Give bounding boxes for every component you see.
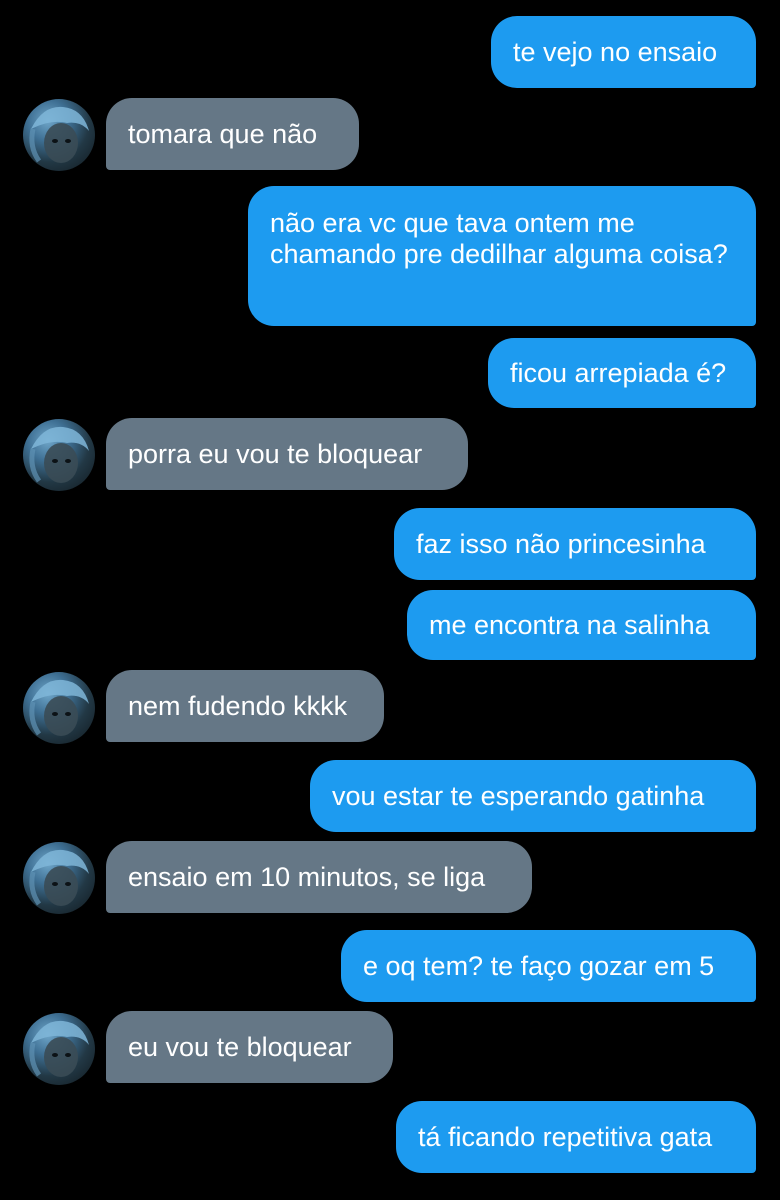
- contact-avatar[interactable]: [23, 419, 95, 491]
- message-bubble-sent[interactable]: faz isso não princesinha: [394, 508, 756, 580]
- message-text: me encontra na salinha: [429, 609, 710, 640]
- message-bubble-received[interactable]: ensaio em 10 minutos, se liga: [106, 841, 532, 913]
- message-bubble-sent[interactable]: tá ficando repetitiva gata: [396, 1101, 756, 1173]
- avatar-photo-icon: [29, 679, 89, 736]
- message-bubble-received[interactable]: tomara que não: [106, 98, 359, 170]
- chat-thread: te vejo no ensaio tomara que não não era…: [0, 0, 780, 1200]
- message-bubble-sent[interactable]: vou estar te esperando gatinha: [310, 760, 756, 832]
- message-text: ficou arrepiada é?: [510, 357, 727, 388]
- avatar-photo-icon: [29, 426, 89, 483]
- message-text: nem fudendo kkkk: [128, 690, 348, 721]
- message-text: eu vou te bloquear: [128, 1031, 352, 1062]
- contact-avatar[interactable]: [23, 842, 95, 914]
- avatar-photo-icon: [29, 106, 89, 163]
- message-bubble-received[interactable]: eu vou te bloquear: [106, 1011, 393, 1083]
- message-text: tomara que não: [128, 118, 318, 149]
- contact-avatar[interactable]: [23, 1013, 95, 1085]
- message-text: e oq tem? te faço gozar em 5: [363, 950, 715, 981]
- message-bubble-sent[interactable]: me encontra na salinha: [407, 590, 756, 660]
- avatar-photo-icon: [29, 849, 89, 906]
- contact-avatar[interactable]: [23, 99, 95, 171]
- message-text: te vejo no ensaio: [513, 36, 718, 67]
- message-bubble-sent[interactable]: te vejo no ensaio: [491, 16, 756, 88]
- message-bubble-sent[interactable]: e oq tem? te faço gozar em 5: [341, 930, 756, 1002]
- message-text: vou estar te esperando gatinha: [332, 780, 705, 811]
- message-text: faz isso não princesinha: [416, 528, 706, 559]
- message-bubble-sent[interactable]: não era vc que tava ontem me chamando pr…: [248, 186, 756, 326]
- contact-avatar[interactable]: [23, 672, 95, 744]
- message-bubble-received[interactable]: nem fudendo kkkk: [106, 670, 384, 742]
- message-text: não era vc que tava ontem me chamando pr…: [270, 208, 728, 269]
- message-text: porra eu vou te bloquear: [128, 438, 423, 469]
- avatar-photo-icon: [29, 1020, 89, 1077]
- message-text: tá ficando repetitiva gata: [418, 1121, 713, 1152]
- message-bubble-received[interactable]: porra eu vou te bloquear: [106, 418, 468, 490]
- message-bubble-sent[interactable]: ficou arrepiada é?: [488, 338, 756, 408]
- message-text: ensaio em 10 minutos, se liga: [128, 861, 486, 892]
